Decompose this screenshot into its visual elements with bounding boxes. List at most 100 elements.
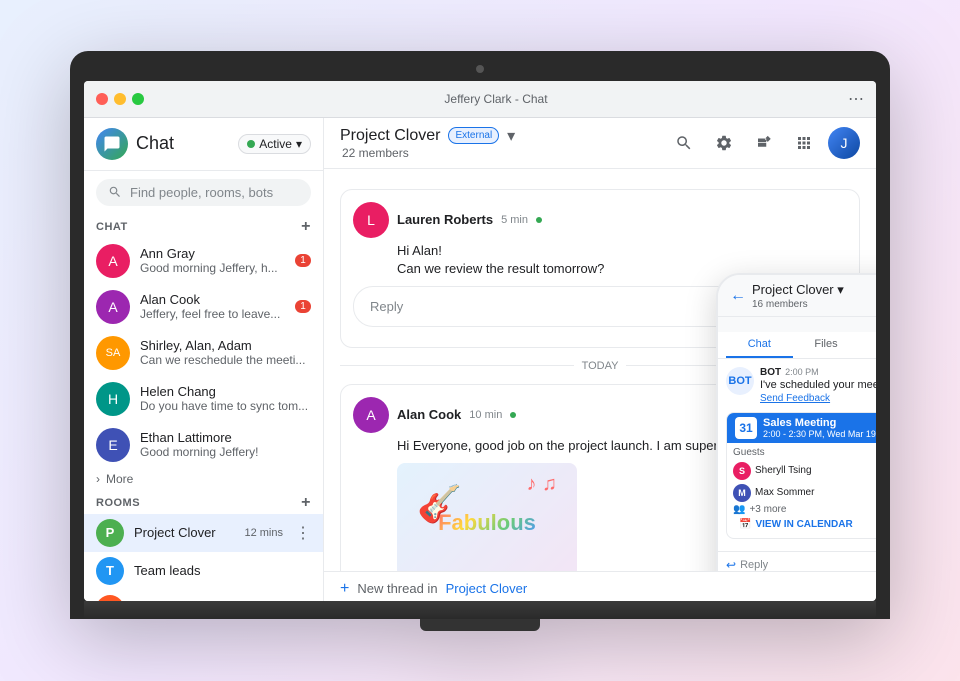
room-name-team-leads: Team leads [134, 563, 311, 578]
phone-tab-chat[interactable]: Chat [726, 332, 793, 358]
avatar-ann-gray: A [96, 244, 130, 278]
settings-button[interactable] [708, 127, 740, 159]
phone-back-icon[interactable]: ← [730, 287, 746, 305]
phone-cal-header: 31 Sales Meeting 2:00 - 2:30 PM, Wed Mar… [727, 413, 876, 443]
search-icon [108, 185, 122, 199]
avatar-alan-cook: A [96, 290, 130, 324]
phone-bot-message: BOT BOT 2:00 PM I've scheduled your meet… [726, 367, 876, 403]
search-button[interactable] [668, 127, 700, 159]
rooms-section-label: ROOMS [96, 497, 140, 509]
phone-tabs: Chat Files Tasks [718, 332, 876, 359]
more-label: More [106, 472, 133, 486]
video-button[interactable] [748, 127, 780, 159]
chat-preview-helen-chang: Do you have time to sync tom... [140, 399, 311, 413]
chat-name-helen-chang: Helen Chang [140, 384, 311, 399]
more-guests-count: +3 more [749, 504, 786, 515]
room-icon-project-clover: P [96, 519, 124, 547]
music-notes-icon: ♪ ♫ [526, 473, 557, 496]
room-menu-icon[interactable]: ⋮ [295, 523, 311, 543]
chat-item-helen-chang[interactable]: H Helen Chang Do you have time to sync t… [84, 376, 323, 422]
bot-name: BOT [760, 367, 781, 378]
laptop-camera [476, 65, 484, 73]
reply-placeholder: Reply [370, 299, 403, 314]
room-time-project-clover: 12 mins [244, 527, 283, 539]
chat-name-ethan: Ethan Lattimore [140, 430, 311, 445]
maximize-button[interactable] [132, 93, 144, 105]
thread-area: L Lauren Roberts 5 min Hi Alan!Can we re… [324, 169, 876, 571]
bot-link[interactable]: Send Feedback [760, 393, 876, 404]
chat-section-label: CHAT [96, 221, 128, 233]
cal-day: 31 [739, 421, 752, 435]
window-menu-icon[interactable]: ⋯ [848, 89, 864, 109]
room-marketing[interactable]: M Marketing updates [84, 590, 323, 601]
guitar-icon: 🎸 [417, 483, 462, 525]
new-thread-plus-icon: + [340, 580, 349, 598]
chat-item-alan-cook[interactable]: A Alan Cook Jeffery, feel free to leave.… [84, 284, 323, 330]
msg-name-lauren: Lauren Roberts [397, 212, 493, 227]
guests-label: Guests [733, 447, 876, 458]
close-button[interactable] [96, 93, 108, 105]
chat-name-ann-gray: Ann Gray [140, 246, 285, 261]
more-guests: 👥 +3 more [733, 504, 876, 515]
status-dot [247, 140, 255, 148]
header-actions: J [668, 127, 860, 159]
room-title: Project Clover [340, 127, 440, 145]
add-chat-icon[interactable]: + [301, 218, 311, 236]
cal-event-time: 2:00 - 2:30 PM, Wed Mar 19 [763, 429, 876, 439]
sidebar-header: Chat Active ▾ [84, 118, 323, 171]
user-avatar[interactable]: J [828, 127, 860, 159]
room-icon-team-leads: T [96, 557, 124, 585]
new-thread-label: New thread in [357, 581, 437, 596]
chat-section-header: CHAT + [84, 214, 323, 238]
window-chrome: Jeffery Clark - Chat ⋯ [84, 81, 876, 118]
phone-tab-tasks[interactable]: Tasks [859, 332, 876, 358]
unread-badge-ann-gray: 1 [295, 254, 311, 267]
guest-name-sheryll: Sheryll Tsing [755, 465, 812, 476]
guests-section: Guests S Sheryll Tsing M Max Sommer [727, 443, 876, 538]
phone-reply-bar[interactable]: ↩ Reply [718, 551, 876, 571]
avatar-group: SA [96, 336, 130, 370]
chat-name-group: Shirley, Alan, Adam [140, 338, 311, 353]
search-bar[interactable]: Find people, rooms, bots [96, 179, 311, 206]
room-team-leads[interactable]: T Team leads [84, 552, 323, 590]
room-chevron[interactable]: ▾ [507, 126, 515, 146]
minimize-button[interactable] [114, 93, 126, 105]
avatar-helen-chang: H [96, 382, 130, 416]
avatar-ethan: E [96, 428, 130, 462]
sidebar: Chat Active ▾ Find people, rooms, bots [84, 118, 324, 601]
chat-item-ann-gray[interactable]: A Ann Gray Good morning Jeffery, h... 1 [84, 238, 323, 284]
view-calendar-button[interactable]: 📅 VIEW IN CALENDAR [733, 515, 876, 534]
phone-tab-files[interactable]: Files [793, 332, 860, 358]
bot-text: I've scheduled your meeting. [760, 378, 876, 392]
laptop-body: Jeffery Clark - Chat ⋯ Chat [70, 51, 890, 619]
msg-time-alan: 10 min [469, 409, 502, 421]
member-count: 22 members [342, 146, 515, 160]
header-left: Project Clover External ▾ 22 members [340, 126, 515, 160]
room-name-project-clover: Project Clover [134, 525, 234, 540]
chat-item-ethan[interactable]: E Ethan Lattimore Good morning Jeffery! [84, 422, 323, 468]
bot-time: 2:00 PM [785, 367, 819, 377]
msg-name-alan: Alan Cook [397, 407, 461, 422]
cal-date-box: 31 [735, 417, 757, 439]
chat-preview-ann-gray: Good morning Jeffery, h... [140, 261, 285, 275]
phone-members: 16 members [752, 299, 844, 310]
phone-overlay: ← Project Clover ▾ 16 members 🔍 ⋮ ▪ [716, 273, 876, 570]
room-icon-marketing: M [96, 595, 124, 601]
add-room-icon[interactable]: + [301, 494, 311, 512]
chat-more-item[interactable]: › More [84, 468, 323, 490]
msg-online-lauren [536, 217, 542, 223]
apps-button[interactable] [788, 127, 820, 159]
chat-logo [96, 128, 128, 160]
status-badge[interactable]: Active ▾ [238, 134, 311, 154]
main-content: Project Clover External ▾ 22 members [324, 118, 876, 601]
chat-preview-group: Can we reschedule the meeti... [140, 353, 311, 367]
guest-item-max: M Max Sommer [733, 482, 876, 504]
guest-item-sheryll: S Sheryll Tsing [733, 460, 876, 482]
room-project-clover[interactable]: P Project Clover 12 mins ⋮ [84, 514, 323, 552]
msg-time-lauren: 5 min [501, 214, 528, 226]
guest-avatar-max: M [733, 484, 751, 502]
laptop-frame: Jeffery Clark - Chat ⋯ Chat [70, 51, 890, 631]
unread-badge-alan-cook: 1 [295, 300, 311, 313]
chat-item-group[interactable]: SA Shirley, Alan, Adam Can we reschedule… [84, 330, 323, 376]
phone-reply-icon: ↩ [726, 558, 736, 571]
